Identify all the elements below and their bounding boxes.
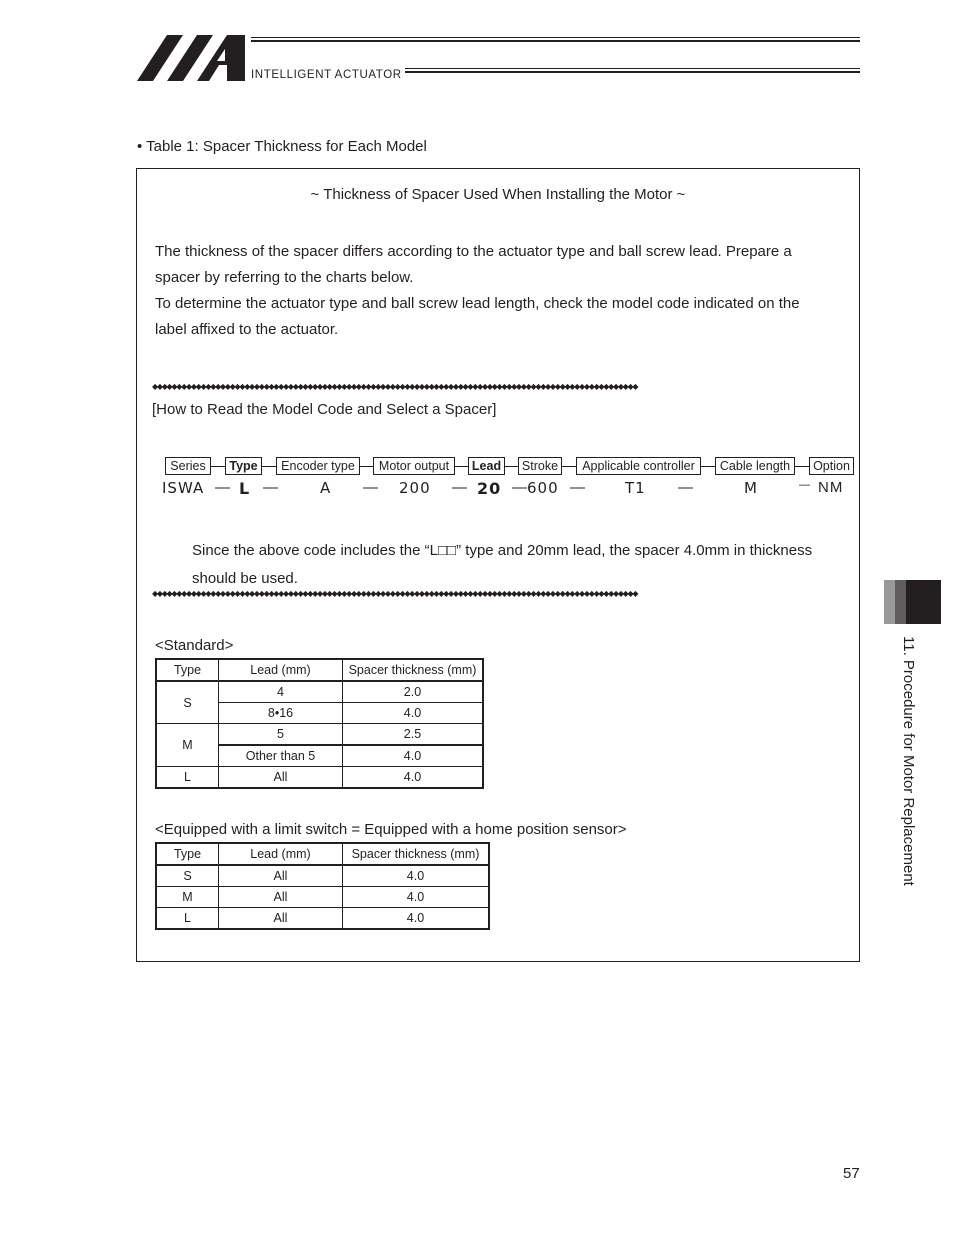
model-code-value-encoder: A (320, 479, 332, 497)
intro-line: The thickness of the spacer differs acco… (155, 243, 792, 260)
model-code-label-cable-length: Cable length (715, 457, 795, 475)
table-row: M All 4.0 (155, 886, 490, 908)
conclusion-text: Since the above code includes the “L□□” … (192, 537, 852, 593)
frame-title: ~ Thickness of Spacer Used When Installi… (310, 186, 686, 203)
brand-name: INTELLIGENT ACTUATOR (251, 69, 402, 81)
chapter-tab (884, 580, 941, 624)
cell-lead: All (218, 907, 343, 930)
model-code-dash: — (263, 479, 278, 496)
page-number: 57 (843, 1165, 860, 1182)
table-header-row: Type Lead (mm) Spacer thickness (mm) (155, 658, 484, 682)
model-code-label-encoder: Encoder type (276, 457, 360, 475)
model-code-dash: — (215, 479, 230, 496)
standard-table: Type Lead (mm) Spacer thickness (mm) S 4… (155, 658, 484, 789)
chapter-label: 11. Procedure for Motor Replacement (900, 636, 930, 916)
conclusion-line: should be used. (192, 570, 298, 587)
standard-title: <Standard> (155, 637, 234, 654)
cell-thickness: 2.0 (342, 680, 484, 703)
model-code-dash: — (363, 479, 378, 496)
model-code-label-motor-output: Motor output (373, 457, 455, 475)
cell-lead: 4 (218, 680, 343, 703)
model-code-dash: — (452, 479, 467, 496)
model-code-value-option: NM (818, 479, 844, 496)
table-row: M 5 2.5 (155, 723, 484, 767)
table-caption: • Table 1: Spacer Thickness for Each Mod… (137, 138, 427, 155)
dot-separator: ◆◆◆◆◆◆◆◆◆◆◆◆◆◆◆◆◆◆◆◆◆◆◆◆◆◆◆◆◆◆◆◆◆◆◆◆◆◆◆◆… (152, 590, 639, 598)
cell-lead: 8•16 (218, 702, 343, 724)
cell-type: S (155, 864, 219, 887)
cell-lead: 5 (218, 723, 343, 746)
intro-line: spacer by referring to the charts below. (155, 269, 414, 286)
model-code-value-motor-output: 200 (399, 479, 431, 497)
model-code-label-series: Series (165, 457, 211, 475)
chapter-label-text: 11. Procedure for Motor Replacement (900, 636, 917, 886)
iai-logo (137, 35, 245, 81)
cell-thickness: 4.0 (342, 864, 490, 887)
cell-type: M (155, 723, 219, 767)
model-code-dash: — (512, 479, 527, 496)
limit-switch-table: Type Lead (mm) Spacer thickness (mm) S A… (155, 842, 490, 930)
limit-switch-title: <Equipped with a limit switch = Equipped… (155, 821, 627, 838)
chapter-tab-stripe (884, 580, 895, 624)
cell-thickness: 4.0 (342, 766, 484, 789)
model-code-label-type: Type (225, 457, 262, 475)
model-code-value-controller: T1 (625, 479, 646, 497)
table-header-row: Type Lead (mm) Spacer thickness (mm) (155, 842, 490, 866)
cell-type: L (155, 766, 219, 789)
model-code-value-lead: 20 (477, 479, 502, 498)
col-header-type: Type (155, 842, 219, 866)
cell-thickness: 4.0 (342, 744, 484, 767)
model-code-value-type: L (239, 479, 251, 498)
cell-type: L (155, 907, 219, 930)
table-row: S All 4.0 (155, 864, 490, 887)
header-rule (251, 37, 860, 38)
header-rule (405, 68, 860, 69)
cell-lead: All (218, 766, 343, 789)
table-row: L All 4.0 (155, 907, 490, 930)
col-header-type: Type (155, 658, 219, 682)
model-code-label-lead: Lead (468, 457, 505, 475)
model-code-value-series: ISWA (162, 479, 205, 497)
model-code-value-cable-length: M (744, 479, 758, 497)
cell-lead: All (218, 886, 343, 908)
cell-type: M (155, 886, 219, 908)
model-code-dash: — (570, 479, 585, 496)
model-code-label-controller: Applicable controller (576, 457, 701, 475)
cell-thickness: 2.5 (342, 723, 484, 746)
chapter-tab-stripe (906, 580, 941, 624)
col-header-thickness: Spacer thickness (mm) (342, 658, 484, 682)
model-code-label-option: Option (809, 457, 854, 475)
cell-lead: All (218, 864, 343, 887)
intro-line: label affixed to the actuator. (155, 321, 339, 338)
cell-lead: Other than 5 (218, 744, 343, 767)
header-rule (405, 71, 860, 73)
intro-text: The thickness of the spacer differs acco… (155, 239, 845, 343)
cell-thickness: 4.0 (342, 907, 490, 930)
col-header-lead: Lead (mm) (218, 658, 343, 682)
model-code-dash: — (799, 479, 810, 491)
cell-thickness: 4.0 (342, 702, 484, 724)
col-header-thickness: Spacer thickness (mm) (342, 842, 490, 866)
cell-thickness: 4.0 (342, 886, 490, 908)
conclusion-line: Since the above code includes the “L□□” … (192, 542, 813, 559)
col-header-lead: Lead (mm) (218, 842, 343, 866)
howto-title: [How to Read the Model Code and Select a… (152, 401, 497, 418)
intro-line: To determine the actuator type and ball … (155, 295, 800, 312)
model-code-dash: — (678, 479, 693, 496)
chapter-tab-stripe (895, 580, 906, 624)
table-row: L All 4.0 (155, 766, 484, 789)
table-row: S 4 2.0 (155, 680, 484, 724)
dot-separator: ◆◆◆◆◆◆◆◆◆◆◆◆◆◆◆◆◆◆◆◆◆◆◆◆◆◆◆◆◆◆◆◆◆◆◆◆◆◆◆◆… (152, 383, 639, 391)
header-rule (251, 40, 860, 42)
model-code-label-stroke: Stroke (518, 457, 562, 475)
model-code-value-stroke: 600 (527, 479, 559, 497)
cell-type: S (155, 680, 219, 724)
